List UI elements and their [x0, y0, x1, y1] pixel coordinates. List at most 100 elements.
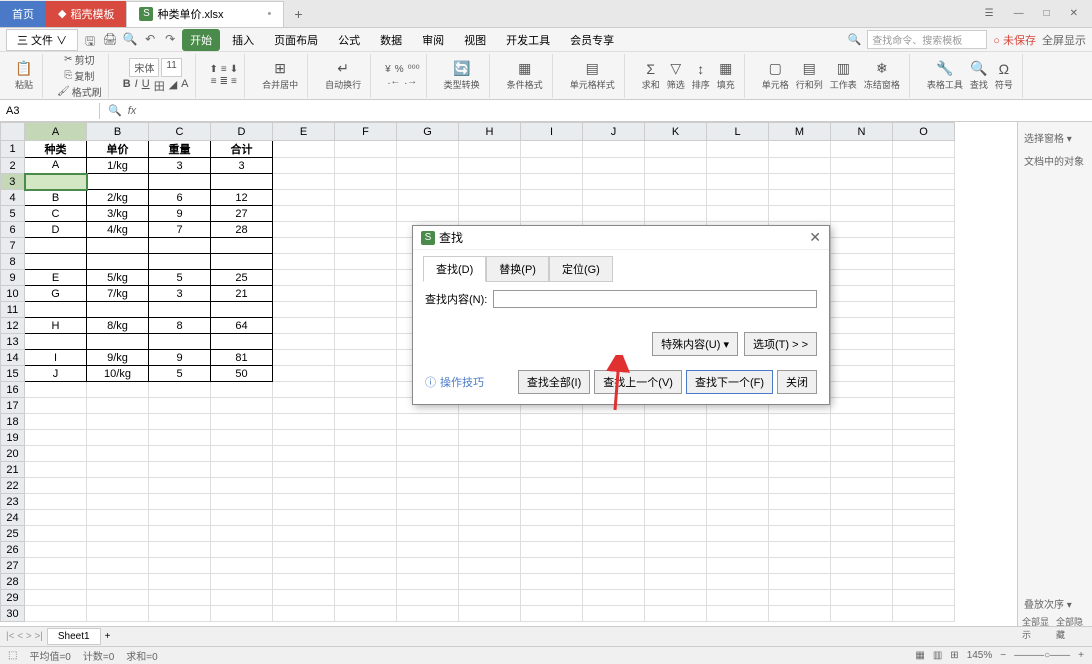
tab-home[interactable]: 首页: [0, 1, 46, 27]
cell-E15[interactable]: [273, 366, 335, 382]
sort-button[interactable]: ↕排序: [689, 60, 713, 92]
hide-all-button[interactable]: 全部隐藏: [1056, 615, 1088, 641]
cell-K3[interactable]: [645, 174, 707, 190]
cell-L28[interactable]: [707, 574, 769, 590]
find-content-input[interactable]: [493, 290, 817, 308]
cell-A28[interactable]: [25, 574, 87, 590]
stacking-order-button[interactable]: 叠放次序 ▾: [1022, 592, 1088, 615]
comma-button[interactable]: ⁰⁰⁰: [408, 64, 420, 75]
cell-I25[interactable]: [521, 526, 583, 542]
row-header-13[interactable]: 13: [1, 334, 25, 350]
cell-C5[interactable]: 9: [149, 206, 211, 222]
cell-I18[interactable]: [521, 414, 583, 430]
cell-D11[interactable]: [211, 302, 273, 318]
command-search[interactable]: 查找命令、搜索模板: [867, 30, 987, 49]
cell-E10[interactable]: [273, 286, 335, 302]
cell-E24[interactable]: [273, 510, 335, 526]
cell-K20[interactable]: [645, 446, 707, 462]
cell-B19[interactable]: [87, 430, 149, 446]
cell-K24[interactable]: [645, 510, 707, 526]
col-header-H[interactable]: H: [459, 123, 521, 141]
cell-B5[interactable]: 3/kg: [87, 206, 149, 222]
row-header-25[interactable]: 25: [1, 526, 25, 542]
cell-B13[interactable]: [87, 334, 149, 350]
cell-E12[interactable]: [273, 318, 335, 334]
dialog-tab-replace[interactable]: 替换(P): [486, 256, 549, 282]
col-header-L[interactable]: L: [707, 123, 769, 141]
cell-B3[interactable]: [87, 174, 149, 190]
cell-N23[interactable]: [831, 494, 893, 510]
view-page-icon[interactable]: ▥: [933, 650, 942, 661]
cell-D24[interactable]: [211, 510, 273, 526]
cell-N2[interactable]: [831, 158, 893, 174]
filter-button[interactable]: ▽筛选: [664, 59, 688, 92]
cell-H28[interactable]: [459, 574, 521, 590]
cell-F25[interactable]: [335, 526, 397, 542]
row-header-1[interactable]: 1: [1, 141, 25, 158]
cell-H2[interactable]: [459, 158, 521, 174]
cell-F7[interactable]: [335, 238, 397, 254]
cell-E4[interactable]: [273, 190, 335, 206]
cell-K1[interactable]: [645, 141, 707, 158]
cell-N12[interactable]: [831, 318, 893, 334]
cell-C19[interactable]: [149, 430, 211, 446]
cell-M25[interactable]: [769, 526, 831, 542]
cell-F20[interactable]: [335, 446, 397, 462]
special-content-button[interactable]: 特殊内容(U) ▾: [652, 332, 738, 356]
cell-A24[interactable]: [25, 510, 87, 526]
ribbon-data[interactable]: 数据: [372, 29, 410, 51]
cell-H3[interactable]: [459, 174, 521, 190]
cell-F2[interactable]: [335, 158, 397, 174]
cell-E20[interactable]: [273, 446, 335, 462]
cell-E3[interactable]: [273, 174, 335, 190]
cell-O10[interactable]: [893, 286, 955, 302]
cell-E13[interactable]: [273, 334, 335, 350]
cell-O15[interactable]: [893, 366, 955, 382]
cell-L3[interactable]: [707, 174, 769, 190]
cell-C4[interactable]: 6: [149, 190, 211, 206]
format-painter-button[interactable]: 🖌格式刷: [57, 84, 102, 99]
cell-B2[interactable]: 1/kg: [87, 158, 149, 174]
cell-B14[interactable]: 9/kg: [87, 350, 149, 366]
cell-M19[interactable]: [769, 430, 831, 446]
cell-K18[interactable]: [645, 414, 707, 430]
cell-C13[interactable]: [149, 334, 211, 350]
cell-O23[interactable]: [893, 494, 955, 510]
row-header-3[interactable]: 3: [1, 174, 25, 190]
cell-F30[interactable]: [335, 606, 397, 622]
currency-button[interactable]: ¥: [385, 64, 391, 75]
row-header-28[interactable]: 28: [1, 574, 25, 590]
cell-E29[interactable]: [273, 590, 335, 606]
cell-D20[interactable]: [211, 446, 273, 462]
cell-F26[interactable]: [335, 542, 397, 558]
cell-N17[interactable]: [831, 398, 893, 414]
cell-E17[interactable]: [273, 398, 335, 414]
cell-D17[interactable]: [211, 398, 273, 414]
cell-H25[interactable]: [459, 526, 521, 542]
row-header-27[interactable]: 27: [1, 558, 25, 574]
name-box[interactable]: A3: [0, 103, 100, 119]
cell-O8[interactable]: [893, 254, 955, 270]
cell-C22[interactable]: [149, 478, 211, 494]
cell-D21[interactable]: [211, 462, 273, 478]
cell-G21[interactable]: [397, 462, 459, 478]
cell-B27[interactable]: [87, 558, 149, 574]
cell-A13[interactable]: [25, 334, 87, 350]
cell-F29[interactable]: [335, 590, 397, 606]
row-header-29[interactable]: 29: [1, 590, 25, 606]
cell-J2[interactable]: [583, 158, 645, 174]
cell-I23[interactable]: [521, 494, 583, 510]
cell-J3[interactable]: [583, 174, 645, 190]
view-break-icon[interactable]: ⊞: [950, 650, 958, 661]
cell-O30[interactable]: [893, 606, 955, 622]
zoom-out-button[interactable]: −: [1000, 650, 1006, 661]
cell-E5[interactable]: [273, 206, 335, 222]
cell-M22[interactable]: [769, 478, 831, 494]
cell-A29[interactable]: [25, 590, 87, 606]
cell-B16[interactable]: [87, 382, 149, 398]
cell-A12[interactable]: H: [25, 318, 87, 334]
cell-D6[interactable]: 28: [211, 222, 273, 238]
col-header-E[interactable]: E: [273, 123, 335, 141]
bold-button[interactable]: B: [123, 78, 131, 94]
cell-H4[interactable]: [459, 190, 521, 206]
